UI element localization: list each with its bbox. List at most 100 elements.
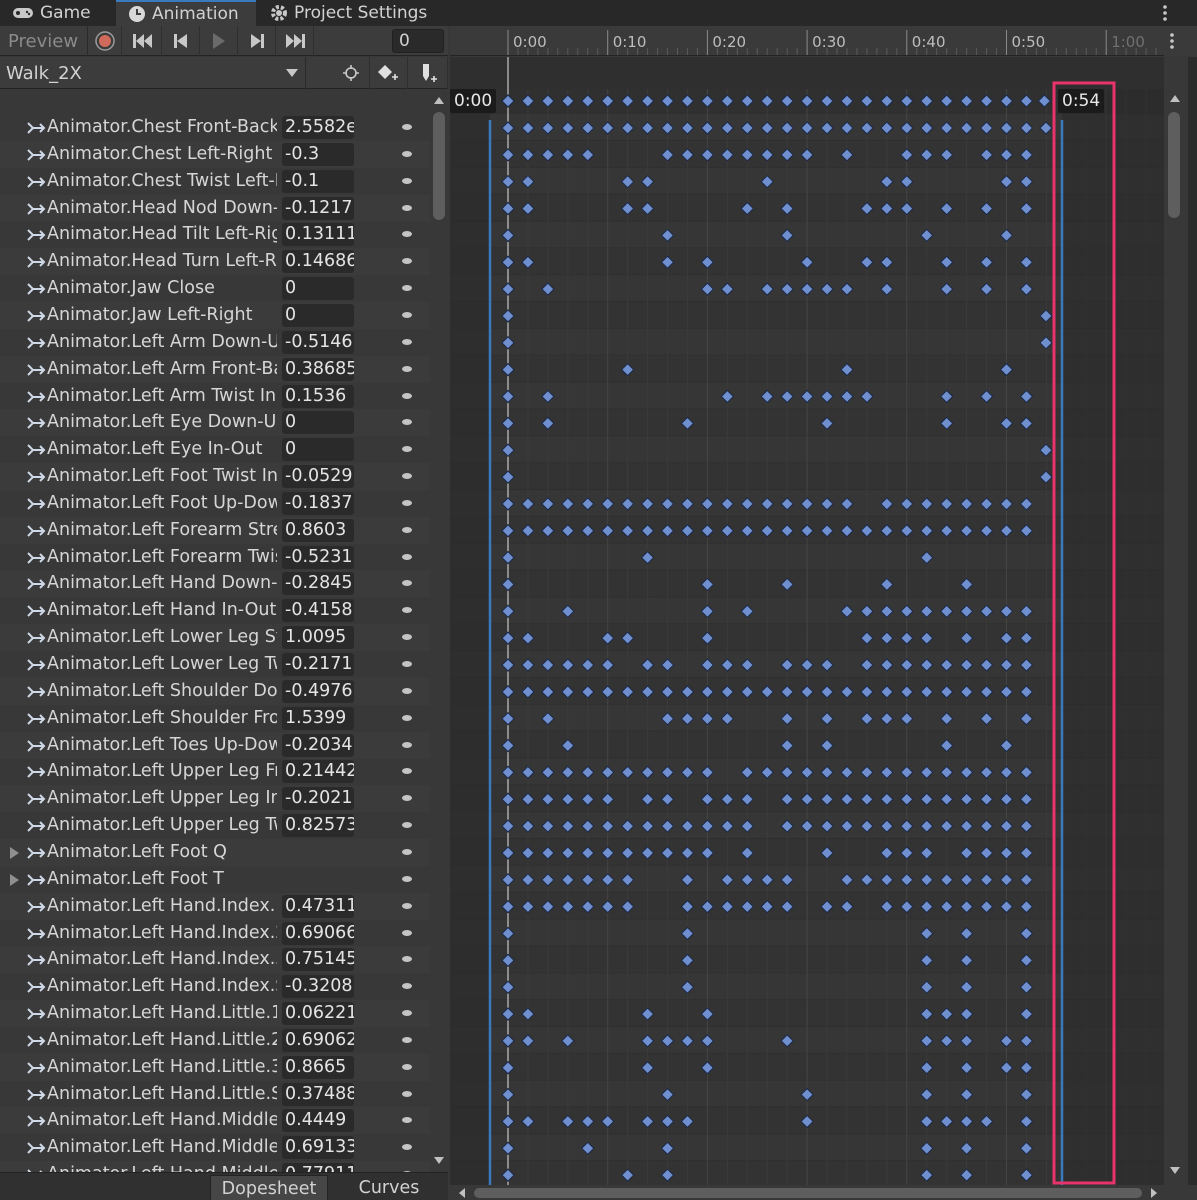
property-value-field[interactable]: 0.38685	[282, 357, 354, 381]
property-options-icon[interactable]	[402, 687, 412, 694]
property-options-icon[interactable]	[402, 446, 412, 453]
property-value-field[interactable]: 0.77911	[282, 1163, 354, 1172]
property-row[interactable]: Animator.Left Foot Q	[0, 838, 430, 866]
scroll-down-arrow-icon[interactable]	[1170, 1167, 1180, 1174]
property-row[interactable]: Animator.Left Hand Down-U -0.2845	[0, 570, 430, 598]
property-row[interactable]: Animator.Left Hand.Little.3 0.8665	[0, 1053, 430, 1081]
expand-arrow-icon[interactable]	[10, 846, 19, 859]
property-row[interactable]: Animator.Head Turn Left-Ri 0.14686	[0, 248, 430, 276]
property-row[interactable]: Animator.Left Lower Leg Tw -0.2171	[0, 651, 430, 678]
property-row[interactable]: Animator.Left Foot Twist In- -0.0529	[0, 463, 430, 491]
property-options-icon[interactable]	[402, 848, 412, 855]
property-value-field[interactable]: 0.69062	[282, 1028, 354, 1052]
scroll-up-arrow-icon[interactable]	[434, 97, 444, 104]
property-value-field[interactable]: -0.0529	[282, 465, 354, 489]
property-options-icon[interactable]	[402, 419, 412, 426]
clip-dropdown[interactable]: Walk_2X	[0, 57, 306, 89]
add-keyframe-button[interactable]	[370, 57, 408, 89]
frame-input[interactable]: 0	[392, 29, 444, 53]
property-row[interactable]: Animator.Left Hand.Little.2 S 0.69062	[0, 1027, 430, 1054]
property-options-icon[interactable]	[402, 150, 412, 157]
property-value-field[interactable]: -0.1837	[282, 491, 354, 515]
property-value-field[interactable]: 0.47311	[282, 894, 354, 918]
property-row[interactable]: Animator.Left Upper Leg In- -0.2021	[0, 785, 430, 813]
property-row[interactable]: Animator.Left Eye Down-Up 0	[0, 409, 430, 437]
property-options-icon[interactable]	[402, 231, 412, 238]
previous-keyframe-button[interactable]	[162, 26, 200, 56]
property-value-field[interactable]: 1.5399	[282, 706, 354, 730]
property-list-scroll-thumb[interactable]	[433, 112, 445, 220]
property-value-field[interactable]: 0	[282, 303, 354, 327]
property-row[interactable]: Animator.Left Hand In-Out -0.4158	[0, 597, 430, 624]
property-value-field[interactable]: -0.5146	[282, 330, 354, 354]
property-options-icon[interactable]	[402, 875, 412, 882]
property-value-field[interactable]: 0.06221	[282, 1002, 354, 1026]
property-options-icon[interactable]	[402, 822, 412, 829]
property-value-field[interactable]: 0.21442	[282, 760, 354, 784]
property-options-icon[interactable]	[402, 124, 412, 130]
property-options-icon[interactable]	[402, 553, 412, 560]
scroll-right-arrow-icon[interactable]	[1150, 1188, 1158, 1198]
timeline-menu-button[interactable]	[1164, 26, 1197, 56]
property-value-field[interactable]: 1.0095	[282, 626, 354, 650]
property-value-field[interactable]: -0.5231	[282, 545, 354, 569]
property-value-field[interactable]: 0.69133	[282, 1136, 354, 1160]
property-value-field[interactable]: 0	[282, 411, 354, 435]
property-options-icon[interactable]	[402, 956, 412, 963]
property-options-icon[interactable]	[402, 311, 412, 318]
window-menu-button[interactable]	[1149, 2, 1173, 24]
property-value-field[interactable]: -0.2845	[282, 572, 354, 596]
property-value-field[interactable]: 0.13111	[282, 223, 354, 247]
scroll-down-arrow-icon[interactable]	[434, 1157, 444, 1164]
scroll-up-arrow-icon[interactable]	[1170, 95, 1180, 102]
property-row[interactable]: Animator.Left Foot T	[0, 866, 430, 893]
dopesheet-scrollbar[interactable]	[1164, 57, 1188, 1185]
property-row[interactable]: Animator.Chest Twist Left-R -0.1	[0, 168, 430, 195]
property-options-icon[interactable]	[402, 1036, 412, 1043]
property-value-field[interactable]: 0.8665	[282, 1055, 354, 1079]
property-row[interactable]: Animator.Left Forearm Twis -0.5231	[0, 544, 430, 571]
property-row[interactable]: Animator.Jaw Close 0	[0, 275, 430, 302]
property-options-icon[interactable]	[402, 634, 412, 641]
property-row[interactable]: Animator.Left Hand.Middle.3 0.77911	[0, 1161, 430, 1172]
dopesheet-grid[interactable]	[450, 57, 1164, 1185]
tab-animation[interactable]: Animation	[116, 0, 256, 26]
property-options-icon[interactable]	[402, 580, 412, 587]
property-options-icon[interactable]	[402, 526, 412, 533]
property-options-icon[interactable]	[402, 499, 412, 506]
tab-game[interactable]: Game	[0, 0, 114, 26]
property-options-icon[interactable]	[402, 714, 412, 721]
curves-tab[interactable]: Curves	[330, 1175, 448, 1200]
property-row[interactable]: Animator.Left Hand.Middle.1 0.4449	[0, 1107, 430, 1135]
property-value-field[interactable]: 0.4449	[282, 1109, 354, 1133]
record-button[interactable]	[88, 26, 122, 56]
property-value-field[interactable]: -0.2034	[282, 733, 354, 757]
property-options-icon[interactable]	[402, 1090, 412, 1097]
property-value-field[interactable]: 0.75145	[282, 948, 354, 972]
property-value-field[interactable]: -0.3	[282, 142, 354, 166]
property-row[interactable]: Animator.Left Hand.Little.Sp 0.37488	[0, 1081, 430, 1108]
property-row[interactable]: Animator.Left Forearm Stret 0.8603	[0, 516, 430, 544]
property-value-field[interactable]: -0.3208	[282, 975, 354, 999]
dopesheet-tab[interactable]: Dopesheet	[210, 1175, 328, 1200]
property-row[interactable]: Animator.Left Hand.Little.1 S 0.06221	[0, 1000, 430, 1028]
property-row[interactable]: Animator.Left Hand.Middle.2 0.69133	[0, 1134, 430, 1161]
property-row[interactable]: Animator.Jaw Left-Right 0	[0, 301, 430, 329]
property-options-icon[interactable]	[402, 768, 412, 775]
preview-button[interactable]: Preview	[0, 26, 88, 56]
play-button[interactable]	[200, 26, 238, 56]
property-row[interactable]: Animator.Left Arm Down-Up -0.5146	[0, 329, 430, 356]
next-keyframe-button[interactable]	[238, 26, 276, 56]
property-row[interactable]: Animator.Left Foot Up-Dow -0.1837	[0, 490, 430, 517]
property-value-field[interactable]: -0.2171	[282, 653, 354, 676]
first-keyframe-button[interactable]	[124, 26, 162, 56]
property-value-field[interactable]: -0.1217	[282, 196, 354, 220]
property-value-field[interactable]: 0.14686	[282, 250, 354, 274]
property-options-icon[interactable]	[402, 1063, 412, 1070]
property-options-icon[interactable]	[402, 1117, 412, 1124]
property-options-icon[interactable]	[402, 902, 412, 909]
property-value-field[interactable]: 0.82573	[282, 814, 354, 838]
property-options-icon[interactable]	[402, 661, 412, 667]
property-value-field[interactable]: -0.1	[282, 169, 354, 193]
expand-arrow-icon[interactable]	[10, 873, 19, 886]
